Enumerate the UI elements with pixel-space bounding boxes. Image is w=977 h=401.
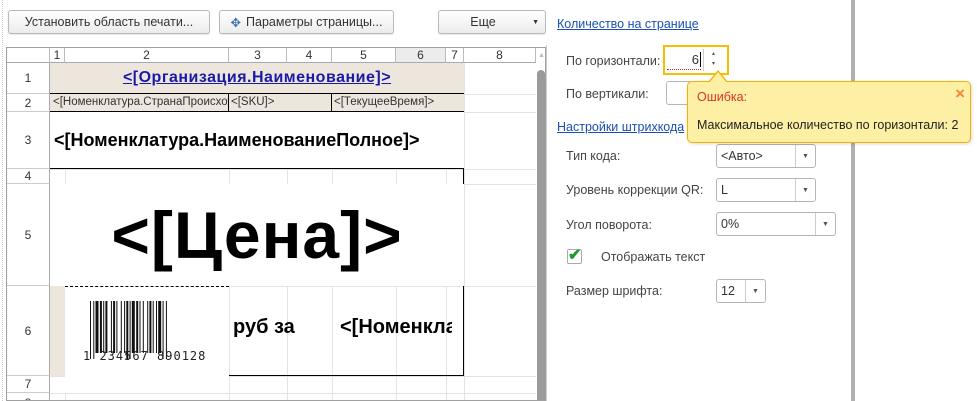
row-header[interactable]: 5 [7, 184, 50, 286]
more-label: Еще [470, 15, 496, 29]
code-type-value: <Авто> [721, 149, 763, 163]
font-size-select[interactable]: 12 ▼ [716, 279, 766, 303]
error-message: Максимальное количество по горизонтали: … [697, 118, 959, 132]
barcode-bar [156, 301, 157, 353]
row6-fill [50, 286, 65, 376]
vert-label: По вертикали: [566, 87, 649, 101]
country-cell[interactable]: <[Номенклатура.СтранаПроисхождения]> [50, 94, 229, 112]
barcode-bar [142, 301, 144, 353]
barcode-bar [139, 301, 141, 353]
spreadsheet[interactable]: 1 2 3 4 5 6 7 8 1 2 3 4 5 6 7 8 <[Органи… [6, 47, 546, 401]
barcode-bar [110, 301, 112, 353]
barcode-bar [99, 301, 102, 353]
panel-divider [851, 0, 855, 401]
row-header[interactable]: 1 [7, 63, 50, 94]
angle-select[interactable]: 0% ▼ [716, 212, 836, 236]
nomen-cell[interactable]: <[Номенклатура]> [340, 316, 452, 339]
set-print-area-button[interactable]: Установить область печати... [8, 10, 210, 34]
close-icon[interactable]: × [955, 84, 965, 104]
error-title: Ошибка: [697, 90, 748, 104]
col-header[interactable]: 3 [229, 48, 287, 63]
row-header[interactable]: 7 [7, 376, 50, 393]
barcode-bar [113, 301, 116, 353]
show-text-label[interactable]: Отображать текст [601, 250, 705, 264]
barcode-bar [149, 301, 152, 353]
code-type-label: Тип кода: [566, 149, 621, 163]
rub-cell[interactable]: руб за [233, 316, 295, 339]
qr-value: L [721, 183, 728, 197]
barcode-bar [131, 301, 135, 353]
horiz-value: 6 [691, 52, 701, 67]
org-cell[interactable]: <[Организация.Наименование]> [50, 63, 464, 94]
barcode-bar [147, 301, 149, 353]
price-cell[interactable]: <[Цена]> [50, 184, 464, 286]
qr-label: Уровень коррекции QR: [566, 183, 704, 197]
barcode-bar [120, 301, 122, 353]
code-type-select[interactable]: <Авто> ▼ [716, 144, 816, 168]
sku-cell[interactable]: <[SKU]> [229, 94, 332, 112]
col-header[interactable]: 1 [50, 48, 65, 63]
scroll-up-icon[interactable]: ▲ [538, 52, 545, 59]
col-header[interactable]: 8 [464, 48, 536, 63]
barcode-bar [158, 301, 162, 353]
vertical-scrollbar[interactable]: ▲ [536, 48, 545, 400]
row-header[interactable]: 4 [7, 169, 50, 184]
error-underline [667, 69, 701, 70]
angle-value: 0% [721, 217, 740, 231]
barcode-settings-link[interactable]: Настройки штрихкода [557, 120, 684, 134]
chevron-down-icon: ▼ [815, 213, 835, 235]
show-text-checkbox[interactable]: ✔ [567, 248, 582, 264]
col-header[interactable]: 2 [65, 48, 229, 63]
col-header[interactable]: 4 [287, 48, 332, 63]
panel-left-border [546, 45, 547, 401]
chevron-down-icon: ▼ [795, 145, 815, 167]
error-tooltip: Ошибка: × Максимальное количество по гор… [687, 70, 971, 143]
barcode-bar [136, 301, 139, 353]
row-header[interactable]: 2 [7, 94, 50, 112]
chevron-down-icon: ▼ [745, 280, 765, 302]
chevron-down-icon: ▼ [532, 18, 539, 26]
more-button[interactable]: Еще ▼ [438, 10, 546, 34]
fullname-cell[interactable]: <[Номенклатура.НаименованиеПолное]> [50, 112, 464, 169]
left-frame-border [2, 0, 3, 401]
col-header[interactable]: 5 [332, 48, 396, 63]
scrollbar-thumb[interactable] [537, 70, 545, 400]
font-size-value: 12 [721, 284, 735, 298]
barcode-bar [103, 301, 105, 353]
row-header[interactable]: 6 [7, 286, 50, 376]
barcode-bar [124, 301, 126, 353]
col-header[interactable]: 7 [446, 48, 464, 63]
barcode-bar [152, 301, 154, 353]
qty-per-page-link[interactable]: Количество на странице [557, 17, 699, 31]
page-params-label: Параметры страницы... [246, 15, 383, 29]
barcode-bar [116, 301, 118, 353]
corner-cell [7, 48, 50, 63]
barcode-image: 1 234567 890128 [65, 286, 229, 393]
page-params-button[interactable]: ✥ Параметры страницы... [219, 10, 394, 34]
horiz-label: По горизонтали: [566, 54, 661, 68]
spinner[interactable]: ▴ ▾ [703, 49, 723, 71]
barcode-digits: 1 234567 890128 [83, 349, 207, 363]
row-header[interactable]: 3 [7, 112, 50, 169]
barcode-bar [105, 301, 108, 353]
qr-select[interactable]: L ▼ [716, 178, 816, 202]
org-name: <[Организация.Наименование]> [122, 69, 392, 86]
chevron-down-icon: ▼ [795, 179, 815, 201]
row-header[interactable]: 8 [7, 393, 50, 400]
col-header[interactable]: 6 [396, 48, 446, 63]
barcode-bar [95, 301, 99, 353]
angle-label: Угол поворота: [566, 218, 652, 232]
font-size-label: Размер шрифта: [566, 284, 663, 298]
move-icon: ✥ [230, 15, 242, 30]
time-cell[interactable]: <[ТекущееВремя]> [332, 94, 464, 112]
